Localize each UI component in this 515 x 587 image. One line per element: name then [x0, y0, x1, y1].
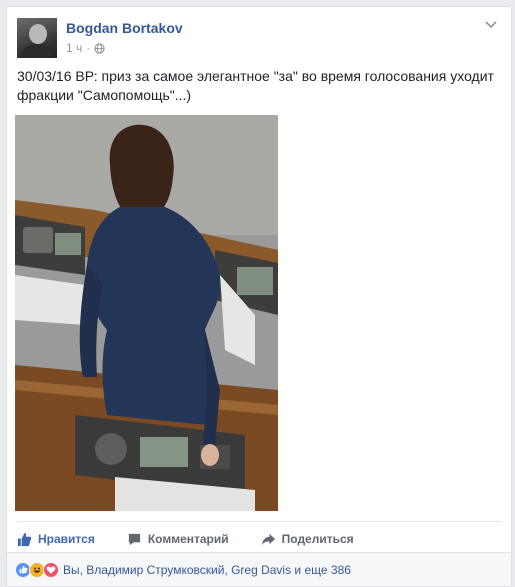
share-button[interactable]: Поделиться	[261, 532, 354, 547]
globe-icon[interactable]	[94, 42, 105, 54]
avatar-shoulders	[21, 44, 55, 58]
meta-separator: ·	[86, 41, 91, 55]
like-button[interactable]: Нравится	[17, 532, 95, 547]
actions-divider	[17, 521, 501, 522]
photo-whitespace	[313, 120, 471, 508]
post-text: 30/03/16 ВР: приз за самое элегантное "з…	[17, 68, 494, 103]
post-meta: 1 ч ·	[66, 41, 105, 55]
comment-button[interactable]: Комментарий	[127, 532, 229, 547]
post-photo[interactable]	[15, 115, 278, 511]
love-reaction-icon	[43, 561, 59, 578]
like-label: Нравится	[38, 532, 95, 546]
photo-illustration	[15, 115, 278, 511]
post-options-button[interactable]	[483, 18, 499, 32]
avatar-head	[29, 24, 47, 44]
reactions-summary: Вы, Владимир Струмковский, Greg Davis и …	[7, 552, 511, 586]
post-header: Bogdan Bortakov 1 ч ·	[17, 16, 501, 62]
author-name[interactable]: Bogdan Bortakov	[66, 20, 183, 36]
post-card: Bogdan Bortakov 1 ч · 30/03/16 ВР: приз …	[6, 6, 512, 587]
author-avatar[interactable]	[17, 18, 57, 58]
chevron-down-icon	[485, 21, 497, 29]
post-actions: Нравится Комментарий Поделиться	[17, 525, 501, 553]
reactors-text[interactable]: Вы, Владимир Струмковский, Greg Davis и …	[63, 563, 351, 577]
post-time[interactable]: 1 ч	[66, 41, 82, 55]
thumbs-up-icon	[17, 532, 32, 546]
comment-icon	[128, 533, 140, 545]
share-arrow-icon	[261, 533, 275, 545]
share-label: Поделиться	[281, 532, 354, 546]
comment-label: Комментарий	[147, 532, 229, 546]
reaction-icons[interactable]	[15, 561, 59, 578]
